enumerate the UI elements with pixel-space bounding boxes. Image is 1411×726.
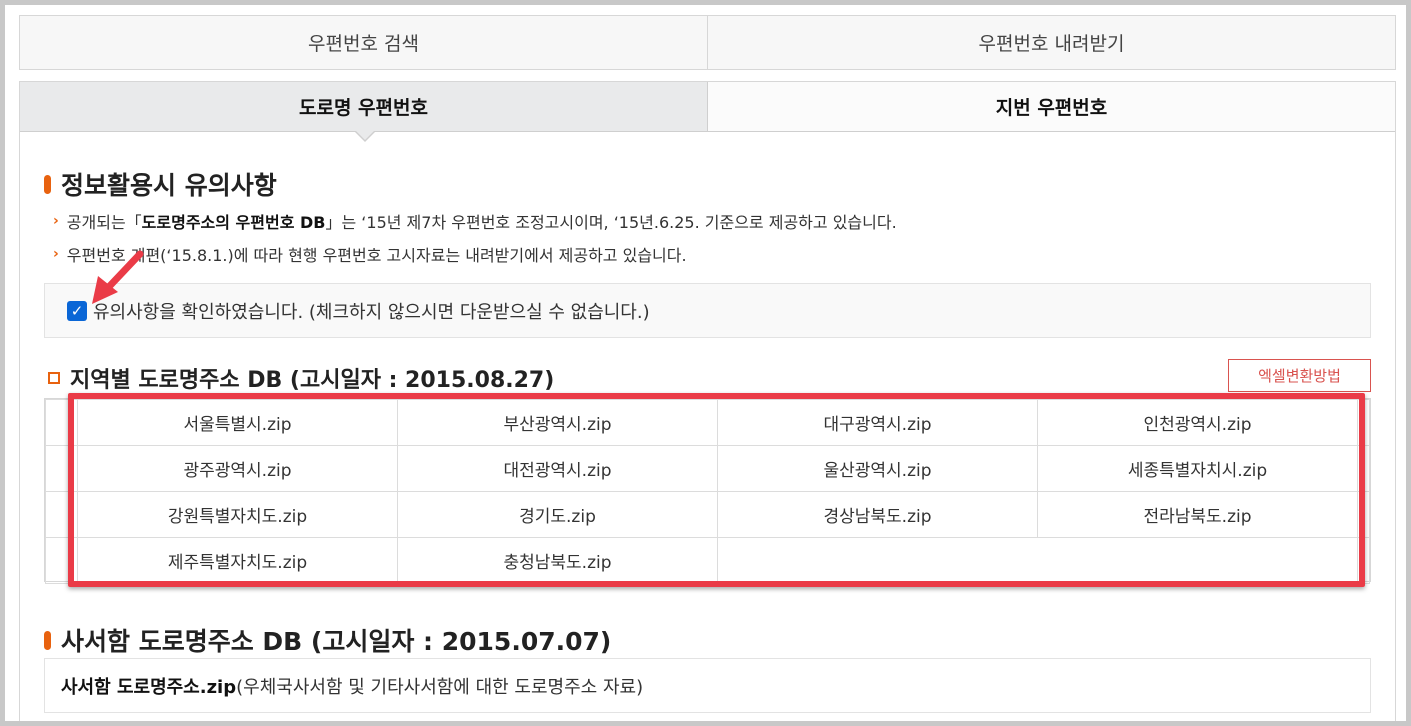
- file-link-daejeon[interactable]: 대전광역시.zip: [397, 445, 718, 492]
- bullet-icon: [44, 630, 51, 650]
- active-tab-caret: [354, 130, 376, 142]
- bullet-icon: [44, 174, 51, 194]
- file-link-sejong[interactable]: 세종특별자치시.zip: [1037, 445, 1358, 492]
- sub-tabs: 도로명 우편번호 지번 우편번호: [20, 82, 1395, 132]
- file-link-jeju[interactable]: 제주특별자치도.zip: [77, 537, 398, 584]
- excel-conversion-button[interactable]: 엑셀변환방법: [1228, 359, 1371, 392]
- regional-file-grid: 서울특별시.zip 부산광역시.zip 대구광역시.zip 인천광역시.zip …: [44, 398, 1371, 584]
- confirm-label[interactable]: 유의사항을 확인하였습니다. (체크하지 않으시면 다운받으실 수 없습니다.): [93, 298, 650, 324]
- pobox-heading: 사서함 도로명주소 DB (고시일자 : 2015.07.07): [44, 622, 611, 658]
- red-arrow-icon: [92, 250, 144, 304]
- file-link-daegu[interactable]: 대구광역시.zip: [717, 399, 1038, 446]
- file-link-gwangju[interactable]: 광주광역시.zip: [77, 445, 398, 492]
- notice-list: › 공개되는「 도로명주소의 우편번호 DB 」는 ‘15년 제7차 우편번호 조정…: [53, 204, 897, 270]
- regional-title: 지역별 도로명주소 DB (고시일자 : 2015.08.27): [70, 368, 555, 393]
- confirm-checkbox[interactable]: ✓: [67, 300, 87, 321]
- empty-cell: [717, 537, 1358, 584]
- pobox-title: 사서함 도로명주소 DB (고시일자 : 2015.07.07): [61, 627, 612, 656]
- file-link-gyeonggi[interactable]: 경기도.zip: [397, 491, 718, 538]
- pobox-file-link[interactable]: 사서함 도로명주소.zip: [61, 673, 236, 699]
- chevron-right-icon: ›: [53, 245, 59, 262]
- confirm-box: ✓ 유의사항을 확인하였습니다. (체크하지 않으시면 다운받으실 수 없습니다…: [44, 283, 1371, 338]
- file-link-gyeongsang[interactable]: 경상남북도.zip: [717, 491, 1038, 538]
- top-tabs: 우편번호 검색 우편번호 내려받기: [19, 15, 1396, 70]
- chevron-right-icon: ›: [53, 212, 59, 229]
- notice-heading: 정보활용시 유의사항: [44, 166, 277, 202]
- file-link-incheon[interactable]: 인천광역시.zip: [1037, 399, 1358, 446]
- file-link-jeolla[interactable]: 전라남북도.zip: [1037, 491, 1358, 538]
- pobox-file-row: 사서함 도로명주소.zip (우체국사서함 및 기타사서함에 대한 도로명주소 …: [44, 658, 1371, 713]
- file-link-chungcheong[interactable]: 충청남북도.zip: [397, 537, 718, 584]
- file-link-busan[interactable]: 부산광역시.zip: [397, 399, 718, 446]
- file-link-ulsan[interactable]: 울산광역시.zip: [717, 445, 1038, 492]
- pobox-file-desc: (우체국사서함 및 기타사서함에 대한 도로명주소 자료): [236, 676, 644, 698]
- notice-item: › 공개되는「 도로명주소의 우편번호 DB 」는 ‘15년 제7차 우편번호 조정…: [53, 212, 897, 232]
- notice-item: › 우편번호 개편(‘15.8.1.)에 따라 현행 우편번호 고시자료는 내려…: [53, 245, 687, 265]
- square-bullet-icon: [48, 372, 60, 384]
- notice-title: 정보활용시 유의사항: [61, 171, 277, 200]
- tab-postcode-search[interactable]: 우편번호 검색: [20, 16, 707, 69]
- tab-postcode-download[interactable]: 우편번호 내려받기: [707, 16, 1395, 69]
- tab-lot-number-postcode[interactable]: 지번 우편번호: [707, 82, 1395, 131]
- tab-road-name-postcode[interactable]: 도로명 우편번호: [20, 82, 707, 131]
- file-link-seoul[interactable]: 서울특별시.zip: [77, 399, 398, 446]
- regional-heading: 지역별 도로명주소 DB (고시일자 : 2015.08.27): [48, 362, 554, 394]
- file-link-gangwon[interactable]: 강원특별자치도.zip: [77, 491, 398, 538]
